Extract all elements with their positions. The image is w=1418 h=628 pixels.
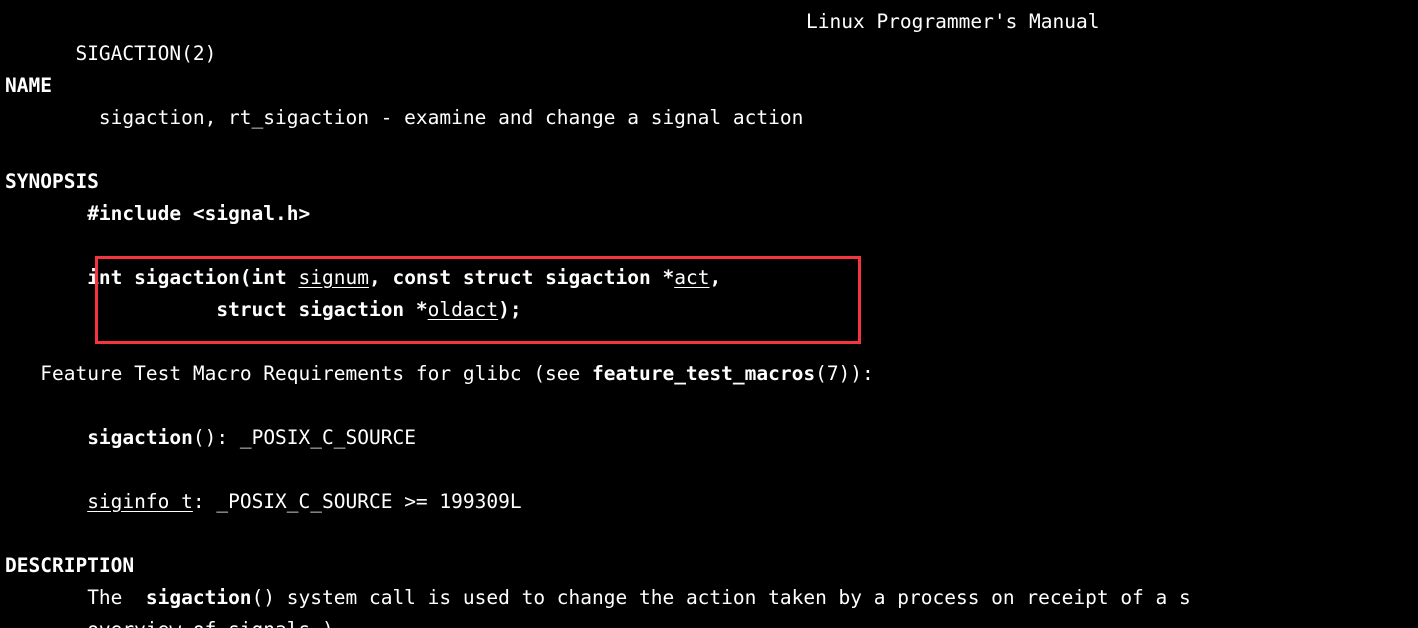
prototype-decl-middle: , const struct sigaction * <box>368 266 675 289</box>
ftm-requirement-sigaction: sigaction(): _POSIX_C_SOURCE <box>5 422 1418 454</box>
description-suffix: () system call is used to change the act… <box>251 586 1191 609</box>
ftm-intro-line: Feature Test Macro Requirements for glib… <box>5 358 1418 390</box>
synopsis-include-line: #include <signal.h> <box>5 198 1418 230</box>
ftm-requirement-siginfo: siginfo t: _POSIX_C_SOURCE >= 199309L <box>5 486 1418 518</box>
prototype-decl-suffix-2: ); <box>498 298 522 321</box>
name-body-text: sigaction, rt_sigaction - examine and ch… <box>98 106 804 129</box>
prototype-param-signum: signum <box>298 266 369 289</box>
prototype-param-oldact: oldact <box>427 298 499 321</box>
prototype-decl-comma: , <box>709 266 722 289</box>
ftm-symbol-siginfo-suffix: : <box>192 490 205 513</box>
description-body-line-1: The sigaction() system call is used to c… <box>5 582 1418 614</box>
description-funcname: sigaction <box>145 586 252 609</box>
section-heading-synopsis: SYNOPSIS <box>5 170 99 193</box>
section-heading-description: DESCRIPTION <box>5 554 135 577</box>
ftm-symbol-siginfo-t: siginfo t <box>87 490 193 513</box>
man-header: SIGACTION(2) Linux Programmer's Manual <box>5 6 1418 65</box>
man-page-viewport: SIGACTION(2) Linux Programmer's Manual N… <box>0 0 1418 628</box>
prototype-decl-prefix: int sigaction(int <box>87 266 299 289</box>
name-body: sigaction, rt_sigaction - examine and ch… <box>5 102 1418 134</box>
ftm-intro-suffix: (7)): <box>815 362 874 385</box>
ftm-symbol-sigaction: sigaction <box>87 426 193 449</box>
prototype-param-act: act <box>674 266 710 289</box>
ftm-value-siginfo: _POSIX_C_SOURCE >= 199309L <box>204 490 522 513</box>
man-header-center: Linux Programmer's Manual <box>806 10 1100 33</box>
prototype-decl-prefix-2: struct sigaction * <box>216 298 428 321</box>
ftm-intro-prefix: Feature Test Macro Requirements for glib… <box>40 362 593 385</box>
prototype-line-1: int sigaction(int signum, const struct s… <box>5 262 1418 294</box>
section-heading-name: NAME <box>5 74 52 97</box>
ftm-value-sigaction: _POSIX_C_SOURCE <box>228 426 416 449</box>
synopsis-include-text: #include <signal.h> <box>87 202 311 225</box>
description-prefix: The <box>87 586 146 609</box>
man-page-content: SIGACTION(2) Linux Programmer's Manual N… <box>5 6 1418 628</box>
description-body-line-2: overview of signals.) <box>5 614 1418 628</box>
description-continuation: overview of signals.) <box>87 618 334 628</box>
ftm-intro-manref: feature_test_macros <box>592 362 816 385</box>
ftm-symbol-sigaction-suffix: (): <box>192 426 229 449</box>
prototype-line-2: struct sigaction *oldact); <box>5 294 1418 326</box>
man-header-left: SIGACTION(2) <box>75 42 217 65</box>
